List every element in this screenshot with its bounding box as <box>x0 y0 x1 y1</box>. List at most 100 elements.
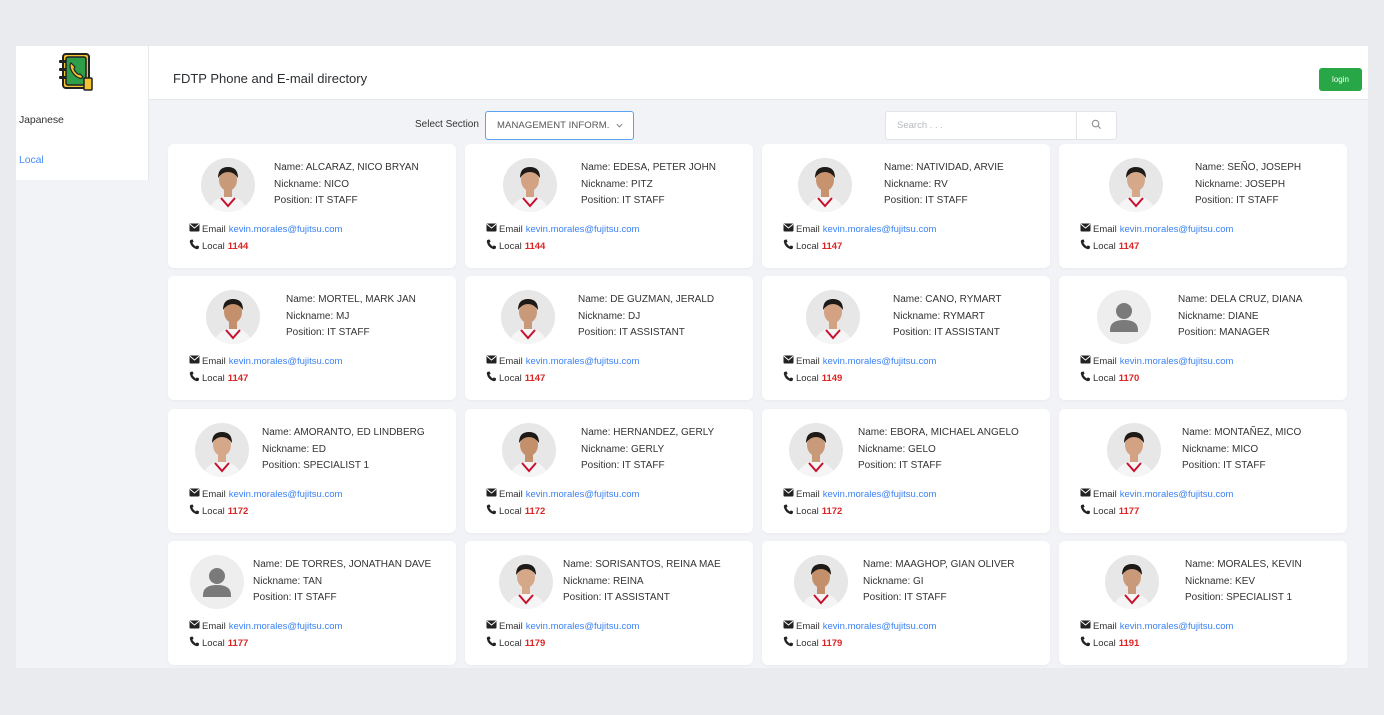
employee-card: Name: SORISANTOS, REINA MAE Nickname: RE… <box>465 541 753 665</box>
phone-icon <box>486 635 497 654</box>
envelope-icon <box>189 354 200 371</box>
phone-icon <box>783 238 794 257</box>
employee-info: Name: NATIVIDAD, ARVIE Nickname: RV Posi… <box>884 160 1004 210</box>
email-label: Email <box>1093 621 1117 632</box>
nickname-label: Nickname: <box>581 178 629 190</box>
position-label: Position: <box>253 592 292 603</box>
contact-info: Email kevin.morales@fujitsu.com Local 11… <box>189 487 342 521</box>
nickname-label: Nickname: <box>563 575 611 587</box>
local-label: Local <box>499 506 522 517</box>
avatar <box>798 158 852 212</box>
employee-name: DE TORRES, JONATHAN DAVE <box>285 559 432 570</box>
email-label: Email <box>499 224 523 235</box>
email-link[interactable]: kevin.morales@fujitsu.com <box>823 354 937 371</box>
employee-nickname: GELO <box>908 443 936 455</box>
email-link[interactable]: kevin.morales@fujitsu.com <box>526 354 640 371</box>
email-link[interactable]: kevin.morales@fujitsu.com <box>229 487 343 504</box>
local-label: Local <box>499 638 522 649</box>
email-link[interactable]: kevin.morales@fujitsu.com <box>823 222 937 239</box>
employee-position: IT STAFF <box>1236 195 1279 206</box>
position-label: Position: <box>578 327 617 338</box>
envelope-icon <box>486 354 497 371</box>
email-label: Email <box>202 489 226 500</box>
employee-name: AMORANTO, ED LINDBERG <box>293 427 425 438</box>
email-label: Email <box>499 356 523 367</box>
envelope-icon <box>783 487 794 504</box>
contact-info: Email kevin.morales@fujitsu.com Local 11… <box>486 222 639 256</box>
local-label: Local <box>796 373 819 384</box>
email-link[interactable]: kevin.morales@fujitsu.com <box>229 222 343 239</box>
local-number: 1172 <box>524 506 546 517</box>
envelope-icon <box>783 354 794 371</box>
search-input[interactable] <box>886 112 1078 139</box>
search-box <box>885 111 1117 140</box>
employee-info: Name: EDESA, PETER JOHN Nickname: PITZ P… <box>581 160 716 210</box>
login-button[interactable]: login <box>1319 68 1362 91</box>
employee-position: IT ASSISTANT <box>934 327 1000 338</box>
employee-info: Name: MAAGHOP, GIAN OLIVER Nickname: GI … <box>863 557 1015 607</box>
employee-card: Name: ALCARAZ, NICO BRYAN Nickname: NICO… <box>168 144 456 268</box>
name-label: Name: <box>262 427 292 438</box>
email-link[interactable]: kevin.morales@fujitsu.com <box>526 619 640 636</box>
nickname-label: Nickname: <box>274 178 322 190</box>
local-number: 1170 <box>1118 373 1140 384</box>
position-label: Position: <box>274 195 313 206</box>
email-label: Email <box>499 621 523 632</box>
employee-name: MORTEL, MARK JAN <box>318 294 416 305</box>
employee-position: IT STAFF <box>899 460 942 471</box>
avatar <box>1107 423 1161 477</box>
select-section-label: Select Section <box>415 119 479 130</box>
employee-nickname: GERLY <box>631 443 665 455</box>
name-label: Name: <box>581 427 611 438</box>
employee-info: Name: ALCARAZ, NICO BRYAN Nickname: NICO… <box>274 160 419 210</box>
local-label: Local <box>499 373 522 384</box>
employee-info: Name: MONTAÑEZ, MICO Nickname: MICO Posi… <box>1182 425 1301 475</box>
local-number: 1177 <box>1118 506 1140 517</box>
email-label: Email <box>796 621 820 632</box>
envelope-icon <box>1080 222 1091 239</box>
employee-name: MORALES, KEVIN <box>1217 559 1302 570</box>
email-link[interactable]: kevin.morales@fujitsu.com <box>823 619 937 636</box>
email-link[interactable]: kevin.morales@fujitsu.com <box>1120 619 1234 636</box>
employee-nickname: RV <box>934 178 948 190</box>
phone-icon <box>189 370 200 389</box>
email-link[interactable]: kevin.morales@fujitsu.com <box>1120 487 1234 504</box>
email-link[interactable]: kevin.morales@fujitsu.com <box>1120 222 1234 239</box>
local-label: Local <box>796 638 819 649</box>
position-label: Position: <box>1185 592 1224 603</box>
phone-icon <box>783 370 794 389</box>
employee-card: Name: DELA CRUZ, DIANA Nickname: DIANE P… <box>1059 276 1347 400</box>
contact-info: Email kevin.morales@fujitsu.com Local 11… <box>486 487 639 521</box>
employee-card: Name: EDESA, PETER JOHN Nickname: PITZ P… <box>465 144 753 268</box>
phone-icon <box>1080 635 1091 654</box>
search-button[interactable] <box>1076 112 1116 139</box>
avatar <box>499 555 553 609</box>
employee-name: CANO, RYMART <box>925 294 1002 305</box>
sidebar-item-japanese[interactable]: Japanese <box>19 114 64 126</box>
position-label: Position: <box>581 460 620 471</box>
email-link[interactable]: kevin.morales@fujitsu.com <box>229 619 343 636</box>
section-dropdown[interactable]: MANAGEMENT INFORM. <box>485 111 634 140</box>
email-link[interactable]: kevin.morales@fujitsu.com <box>229 354 343 371</box>
employee-position: IT STAFF <box>904 592 947 603</box>
email-link[interactable]: kevin.morales@fujitsu.com <box>526 487 640 504</box>
employee-info: Name: AMORANTO, ED LINDBERG Nickname: ED… <box>262 425 425 475</box>
local-number: 1147 <box>524 373 546 384</box>
default-avatar-icon <box>190 555 244 609</box>
employee-card: Name: MORALES, KEVIN Nickname: KEV Posit… <box>1059 541 1347 665</box>
employee-nickname: PITZ <box>631 178 653 190</box>
contact-info: Email kevin.morales@fujitsu.com Local 11… <box>486 619 639 653</box>
envelope-icon <box>486 222 497 239</box>
sidebar-item-local[interactable]: Local <box>19 154 44 166</box>
employee-position: SPECIALIST 1 <box>303 460 370 471</box>
employee-name: DELA CRUZ, DIANA <box>1210 294 1303 305</box>
nickname-label: Nickname: <box>581 443 629 455</box>
employee-nickname: DIANE <box>1228 310 1259 322</box>
position-label: Position: <box>1178 327 1217 338</box>
employee-card: Name: EBORA, MICHAEL ANGELO Nickname: GE… <box>762 409 1050 533</box>
local-number: 1179 <box>524 638 546 649</box>
email-link[interactable]: kevin.morales@fujitsu.com <box>1120 354 1234 371</box>
email-link[interactable]: kevin.morales@fujitsu.com <box>823 487 937 504</box>
email-link[interactable]: kevin.morales@fujitsu.com <box>526 222 640 239</box>
local-number: 1144 <box>524 241 546 252</box>
